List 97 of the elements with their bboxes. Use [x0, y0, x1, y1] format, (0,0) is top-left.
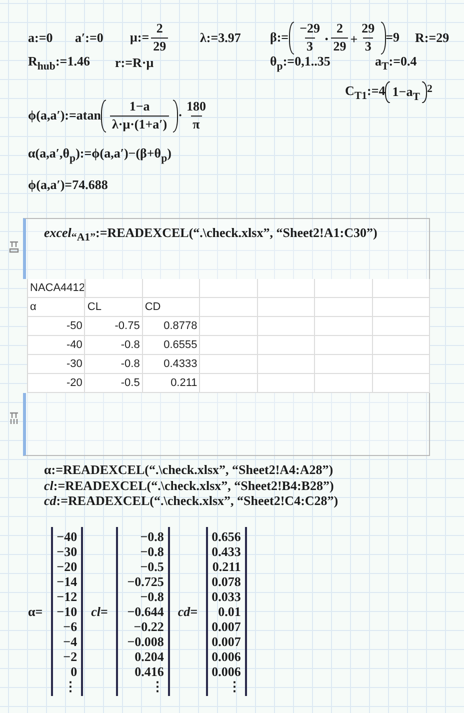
table-cell[interactable]: -40 — [28, 336, 86, 354]
denominator: 3 — [304, 38, 316, 54]
close-parenthesis — [173, 100, 178, 132]
open-parenthesis — [100, 100, 106, 132]
table-cell[interactable]: -0.5 — [85, 374, 143, 392]
matrix-value: 0.01 — [218, 604, 241, 619]
matrix-value: −40 — [56, 529, 78, 544]
denominator: 3 — [362, 38, 374, 54]
math-text: =9 — [386, 30, 400, 46]
math-text: a:=0 — [28, 30, 53, 46]
table-cell[interactable]: 0.4333 — [142, 355, 200, 373]
math-text: ⋅ — [324, 30, 330, 48]
math-text: cd= — [178, 604, 198, 620]
denominator: 29 — [331, 38, 348, 54]
open-parenthesis — [288, 22, 294, 54]
math-text: α:=READEXCEL(“.\check.xlsx”, “Sheet2!A4:A28”) — [44, 462, 334, 478]
math-text: + — [350, 30, 358, 48]
matrix-value: −0.8 — [140, 589, 164, 604]
matrix-value: 0.211 — [212, 559, 241, 574]
table-cell[interactable]: 0.8778 — [142, 317, 200, 335]
matrix-value: −0.8 — [140, 529, 164, 544]
formula[interactable]: excel$_{“A1”}$:=READEXCEL(“.\check.xlsx”, “Sheet2!A1:C30”) — [44, 225, 378, 240]
numerator: 1−a — [128, 100, 151, 116]
table-cell[interactable]: α — [28, 298, 86, 316]
matrix-value: −0.644 — [127, 604, 164, 619]
math-text: C$_{T1}$:=4 — [345, 82, 386, 102]
matrix-value: 0.007 — [212, 619, 241, 634]
matrix-value: −14 — [56, 574, 78, 589]
matrix-value: −0.725 — [127, 574, 164, 589]
math-text: cd:=READEXCEL(“.\check.xlsx”, “Sheet2!C4:C28”) — [44, 493, 338, 508]
table-cell[interactable]: CL — [85, 298, 143, 316]
table-cell[interactable]: -0.8 — [85, 355, 143, 373]
matrix-value: 0.204 — [134, 649, 164, 664]
table-cell[interactable]: CD — [142, 298, 200, 316]
matrix-value: −10 — [56, 604, 78, 619]
matrix-value: 0.433 — [212, 544, 241, 559]
close-parenthesis — [380, 22, 386, 54]
matrix-value: −30 — [56, 544, 78, 559]
math-text: a$_{T}$:=0.4 — [375, 54, 417, 72]
table-cell[interactable]: -0.8 — [85, 336, 143, 354]
math-text: μ:= — [130, 30, 150, 46]
matrix-value: ⋮ — [64, 679, 78, 694]
math-text: ϕ(a,a′):=atan — [28, 108, 101, 124]
matrix-value: −12 — [56, 589, 78, 604]
matrix-value: −0.22 — [134, 619, 164, 634]
matrix-value: ⋮ — [150, 679, 164, 694]
math-text: · — [178, 108, 182, 124]
close-parenthesis — [422, 81, 427, 103]
table-cell[interactable]: -50 — [28, 317, 86, 335]
math-text: 1−a$_{T}$ — [392, 83, 420, 103]
math-text: R$_{hub}$:=1.46 — [28, 54, 90, 72]
math-text: cl:=READEXCEL(“.\check.xlsx”, “Sheet2!B4:B28”) — [44, 478, 335, 493]
matrix-value: 0.006 — [212, 649, 241, 664]
component-icon — [9, 241, 19, 253]
numerator: 29 — [360, 22, 376, 38]
table-cell[interactable]: -30 — [28, 355, 86, 373]
math-text: θ$_{p}$:=0,1..35 — [270, 54, 330, 72]
matrix-value: 0.416 — [134, 664, 164, 679]
denominator: 29 — [151, 38, 168, 54]
table-cell[interactable]: 0.6555 — [142, 336, 200, 354]
math-text: 2 — [426, 82, 432, 97]
math-text: r:=R·μ — [115, 55, 154, 71]
matrix-value: 0.078 — [212, 574, 241, 589]
matrix-value: ⋮ — [228, 679, 241, 694]
matrix-value: 0.006 — [212, 664, 241, 679]
matrix-value: −20 — [56, 559, 78, 574]
math-text: ϕ(a,a′)=74.688 — [28, 177, 108, 193]
numerator: 2 — [155, 22, 164, 38]
denominator: π — [190, 116, 202, 132]
table-cell[interactable]: -0.75 — [85, 317, 143, 335]
numerator: 180 — [185, 100, 207, 116]
denominator: λ·μ·(1+a′) — [110, 116, 170, 132]
matrix-value: 0.007 — [212, 634, 241, 649]
matrix-value: 0.656 — [212, 529, 241, 544]
table-cell[interactable] — [85, 279, 143, 297]
math-text: β:= — [270, 30, 289, 46]
table-cell[interactable]: NACA4412 — [28, 279, 86, 297]
numerator: 2 — [335, 22, 344, 38]
math-text: α(a,a′,θ$_{p}$):=ϕ(a,a′)−(β+θ$_{p}$) — [28, 146, 172, 164]
open-parenthesis — [385, 81, 390, 103]
matrix-value: 0.033 — [212, 589, 241, 604]
matrix-value: −0.8 — [140, 544, 164, 559]
matrix-value: 0 — [70, 664, 78, 679]
matrix-value: −4 — [63, 634, 78, 649]
math-text: α= — [28, 604, 43, 620]
math-text: a′:=0 — [75, 30, 104, 46]
matrix-value: −0.5 — [140, 559, 164, 574]
matrix-value: −2 — [63, 649, 78, 664]
table-cell[interactable]: -20 — [28, 374, 86, 392]
math-text: cl= — [91, 604, 108, 620]
matrix-value: −6 — [63, 619, 78, 634]
math-text: λ:=3.97 — [200, 30, 241, 46]
table-cell[interactable]: 0.211 — [142, 374, 200, 392]
math-text: R:=29 — [415, 30, 450, 46]
matrix-value: −0.008 — [127, 634, 164, 649]
component-icon — [9, 412, 19, 424]
numerator: −29 — [298, 22, 322, 38]
